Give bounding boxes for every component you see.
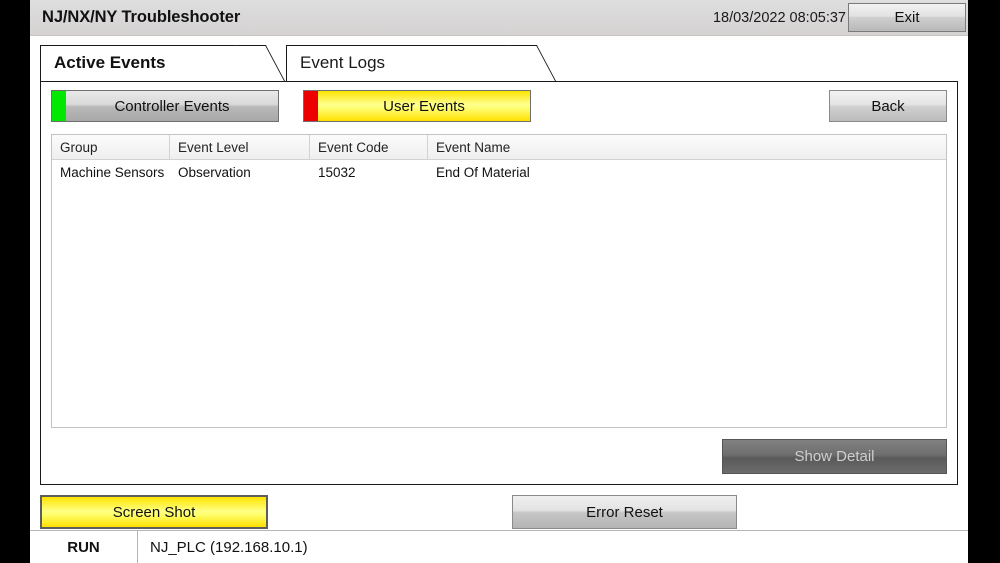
user-events-status-led bbox=[304, 91, 318, 121]
title-bar: NJ/NX/NY Troubleshooter 18/03/2022 08:05… bbox=[30, 0, 968, 36]
page-title: NJ/NX/NY Troubleshooter bbox=[42, 8, 241, 26]
controller-events-button[interactable]: Controller Events bbox=[51, 90, 279, 122]
plc-connection-label: NJ_PLC (192.168.10.1) bbox=[150, 538, 308, 556]
back-button[interactable]: Back bbox=[829, 90, 947, 122]
cell-event-level: Observation bbox=[178, 164, 251, 180]
controller-events-face: Controller Events bbox=[66, 91, 278, 121]
cell-event-name: End Of Material bbox=[436, 164, 530, 180]
tab-event-logs[interactable]: Event Logs bbox=[286, 45, 556, 81]
exit-button[interactable]: Exit bbox=[848, 3, 966, 32]
exit-button-label: Exit bbox=[894, 9, 920, 26]
screen-shot-button[interactable]: Screen Shot bbox=[40, 495, 268, 529]
events-table[interactable]: Group Event Level Event Code Event Name … bbox=[51, 134, 947, 428]
table-row[interactable]: Machine Sensors Observation 15032 End Of… bbox=[52, 160, 946, 184]
plc-mode-indicator: RUN bbox=[30, 531, 138, 563]
datetime-display: 18/03/2022 08:05:37 bbox=[712, 9, 846, 26]
controller-events-label: Controller Events bbox=[114, 97, 230, 115]
tab-active-events-label: Active Events bbox=[54, 53, 166, 72]
event-source-selector: Controller Events User Events Back bbox=[51, 90, 947, 122]
cell-event-code: 15032 bbox=[318, 164, 356, 180]
cell-group: Machine Sensors bbox=[60, 164, 165, 180]
column-header-event-level[interactable]: Event Level bbox=[170, 135, 310, 159]
status-bar: RUN NJ_PLC (192.168.10.1) bbox=[30, 530, 968, 563]
show-detail-button-label: Show Detail bbox=[794, 448, 875, 465]
table-header: Group Event Level Event Code Event Name bbox=[52, 135, 946, 160]
tab-event-logs-label: Event Logs bbox=[300, 53, 386, 72]
tab-strip: Active Events Event Logs bbox=[40, 45, 968, 81]
user-events-label: User Events bbox=[383, 97, 465, 115]
column-header-event-name[interactable]: Event Name bbox=[428, 135, 946, 159]
show-detail-button: Show Detail bbox=[722, 439, 947, 474]
table-body: Machine Sensors Observation 15032 End Of… bbox=[52, 160, 946, 427]
column-header-event-code[interactable]: Event Code bbox=[310, 135, 428, 159]
back-button-label: Back bbox=[871, 97, 905, 115]
screen-shot-button-label: Screen Shot bbox=[112, 503, 196, 521]
tab-active-events[interactable]: Active Events bbox=[40, 45, 285, 81]
error-reset-button-label: Error Reset bbox=[586, 503, 663, 521]
error-reset-button[interactable]: Error Reset bbox=[512, 495, 737, 529]
column-header-group[interactable]: Group bbox=[52, 135, 170, 159]
application-window: NJ/NX/NY Troubleshooter 18/03/2022 08:05… bbox=[30, 0, 968, 563]
user-events-button[interactable]: User Events bbox=[303, 90, 531, 122]
user-events-face: User Events bbox=[318, 91, 530, 121]
active-events-panel: Controller Events User Events Back Group… bbox=[40, 81, 958, 485]
controller-events-status-led bbox=[52, 91, 66, 121]
